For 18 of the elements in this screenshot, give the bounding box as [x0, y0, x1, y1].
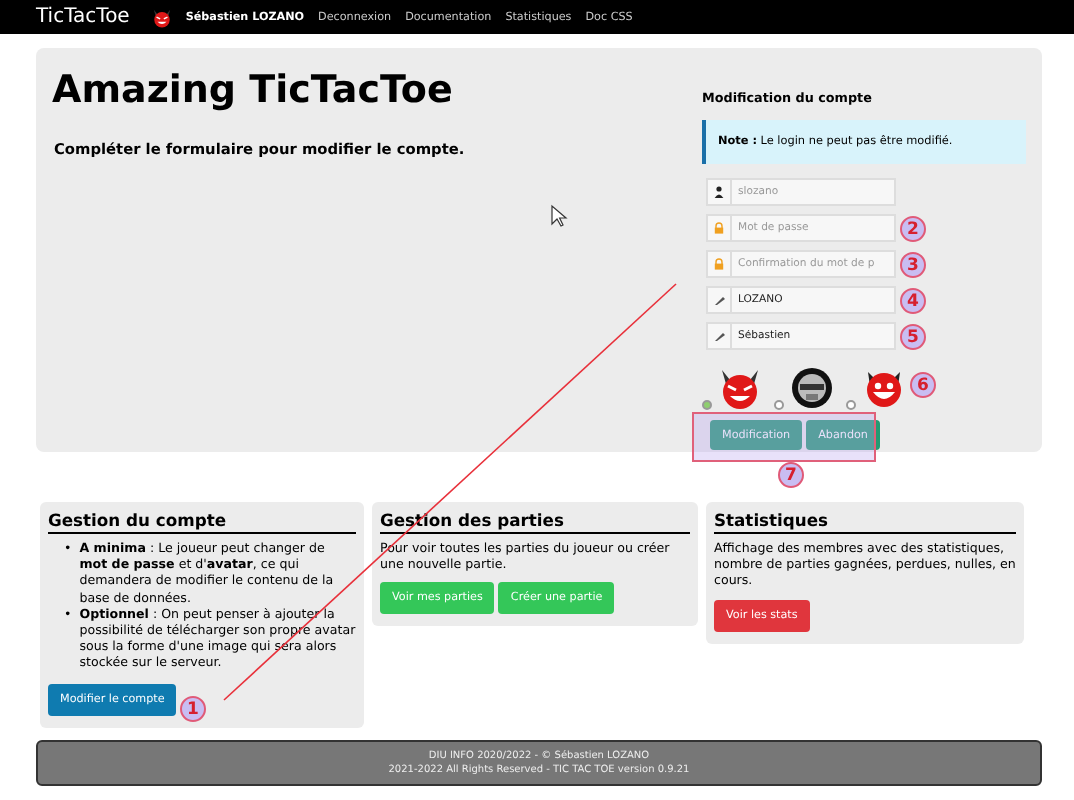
- brand-logo[interactable]: TicTacToe: [36, 6, 130, 28]
- robot-face-icon: [790, 366, 834, 410]
- lock-icon: [714, 258, 724, 270]
- radio-button[interactable]: [702, 400, 712, 410]
- card-title: Gestion du compte: [48, 510, 356, 534]
- user-icon: [714, 186, 724, 198]
- annotation-number: 7: [778, 462, 804, 488]
- cursor-icon: [551, 204, 568, 227]
- radio-button[interactable]: [846, 400, 856, 410]
- radio-button[interactable]: [774, 400, 784, 410]
- devil-face-icon: [718, 366, 762, 410]
- devil-face-icon: [151, 7, 172, 27]
- page-title: Amazing TicTacToe: [52, 68, 455, 112]
- pen-icon: [713, 331, 725, 341]
- devil-face-icon: [862, 366, 906, 410]
- pen-icon: [713, 295, 725, 305]
- lock-icon: [714, 222, 724, 234]
- card-title: Statistiques: [714, 510, 1016, 534]
